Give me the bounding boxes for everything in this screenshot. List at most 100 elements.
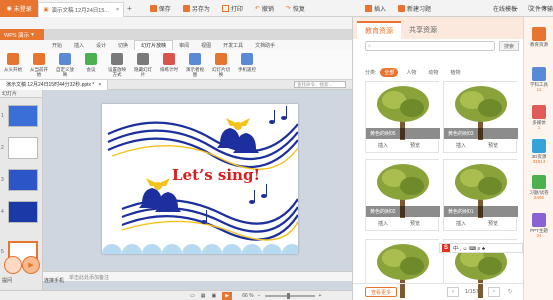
ribbon-tab[interactable]: 视图 [195, 40, 217, 50]
slide-thumbnail[interactable] [8, 169, 38, 191]
wps-menu-button[interactable]: WPS 演示 ▾ [0, 29, 44, 40]
ime-toolbar[interactable]: S 中·, ☺ ⌨ ≡ ♣ [439, 243, 523, 253]
sidebar-item[interactable]: 教育资源 [524, 27, 553, 47]
zoom-out-icon[interactable]: − [258, 293, 261, 299]
zoom-slider-knob[interactable] [286, 292, 290, 299]
new-tab-icon[interactable]: + [127, 4, 132, 13]
ribbon-button[interactable]: 自定义放映 [54, 53, 76, 77]
new-exercise-icon [397, 4, 405, 12]
document-tab[interactable]: ▣ 演示文稿 12月24日15... × [38, 1, 125, 17]
sidebar-item[interactable]: 学科工具 11 [524, 67, 553, 92]
new-exercise-button[interactable]: 新建习题 [397, 4, 431, 13]
preview-button[interactable]: 预览 [488, 220, 498, 227]
preview-button[interactable]: 预览 [488, 142, 498, 149]
prev-page-button[interactable]: ‹ [447, 287, 459, 297]
slide-title-text[interactable]: Let’s sing! [172, 166, 260, 184]
slide-canvas: Let’s sing! [43, 90, 352, 290]
category-pill[interactable]: 全部 [380, 68, 399, 77]
redo-button[interactable]: ↷ 恢复 [286, 4, 305, 13]
resource-card[interactable]: 黄色的树05 插入 预览 [365, 81, 440, 153]
preview-button[interactable]: 预览 [410, 142, 420, 149]
ribbon-tab[interactable]: 插入 [68, 40, 90, 50]
ribbon-button[interactable]: 排练计时 [158, 53, 180, 72]
view-reading-icon[interactable]: ▣ [211, 293, 216, 299]
maximize-icon[interactable]: □ [528, 5, 532, 12]
ribbon-tab[interactable]: 开始 [46, 40, 68, 50]
print-button[interactable]: 打印 [221, 4, 243, 13]
zoom-slider[interactable] [264, 292, 315, 299]
ppt-file-icon: ▣ [43, 6, 49, 13]
slideshow-play-button[interactable]: ▶ [222, 291, 233, 300]
insert-button[interactable]: 插入 [364, 4, 386, 13]
save-as-button[interactable]: 另存为 [182, 4, 210, 13]
document-strip: 演示文稿 12月24日15时44分32秒.pptx * × 查找命令、搜索... [0, 79, 352, 90]
ribbon-button[interactable]: 从头开始 [2, 53, 24, 72]
category-label: 分类: [365, 70, 377, 76]
ribbon-button-label: 设置放映方式 [108, 67, 126, 77]
tab-shared-resources[interactable]: 共享资源 [401, 21, 445, 39]
insert-button[interactable]: 插入 [378, 220, 388, 227]
document-tab-secondary[interactable]: 演示文稿 12月24日15时44分32秒.pptx * × [0, 79, 109, 90]
sidebar-item[interactable]: 多媒体 1 [524, 105, 553, 130]
ribbon-button[interactable]: 演示者视图 [184, 53, 206, 77]
ribbon-button[interactable]: 会议 [80, 53, 102, 72]
connect-phone-bubble[interactable]: ▶ [22, 256, 40, 274]
view-sorter-icon[interactable]: ▦ [201, 293, 206, 299]
save-button[interactable]: 保存 [149, 4, 171, 13]
preview-button[interactable]: 预览 [410, 220, 420, 227]
command-search-input[interactable]: 查找命令、搜索... [294, 81, 346, 88]
print-icon [221, 4, 229, 12]
save-as-icon [182, 4, 190, 12]
resource-search-input[interactable]: ⌕ [365, 41, 495, 51]
ribbon-button[interactable]: 幻灯片切换 [210, 53, 232, 77]
ribbon-tab[interactable]: 幻灯片放映 [134, 40, 174, 50]
insert-button[interactable]: 插入 [456, 142, 466, 149]
insert-button[interactable]: 插入 [456, 220, 466, 227]
ribbon-tab[interactable]: 切换 [112, 40, 134, 50]
view-normal-icon[interactable]: ▭ [190, 293, 195, 299]
category-pill[interactable]: 植物 [446, 68, 464, 77]
category-pill[interactable]: 动物 [424, 68, 442, 77]
zoom-in-icon[interactable]: + [319, 293, 322, 299]
window-close-icon[interactable]: × [542, 4, 547, 13]
sidebar-item[interactable]: 习题/试卷 8466 [524, 175, 553, 200]
ribbon-button[interactable]: 设置放映方式 [106, 53, 128, 77]
ribbon-button-label: 从头开始 [4, 67, 22, 72]
notes-area[interactable]: 单击此处添加备注 [43, 271, 352, 281]
sidebar-item-icon [532, 139, 546, 153]
slide-thumbnail[interactable] [8, 137, 38, 159]
close-icon[interactable]: × [116, 7, 119, 13]
resource-card[interactable]: 黄色的树01 插入 预览 [443, 159, 518, 231]
ask-question-bubble[interactable] [4, 256, 22, 274]
sidebar-item[interactable]: PPT主题 24 [524, 213, 553, 238]
refresh-icon[interactable]: ↻ [508, 289, 513, 295]
undo-button[interactable]: ↶ 撤销 [255, 4, 274, 13]
ribbon-tab[interactable]: 文档助手 [249, 40, 281, 50]
tab-edu-resources[interactable]: 教育资源 [357, 21, 401, 39]
ribbon-tab[interactable]: 审阅 [173, 40, 195, 50]
slide-thumbnail[interactable] [8, 105, 38, 127]
slide-thumbnail[interactable] [8, 201, 38, 223]
next-page-button[interactable]: › [487, 287, 500, 297]
ribbon-tab[interactable]: 设计 [90, 40, 112, 50]
ribbon-tab[interactable]: 开发工具 [217, 40, 249, 50]
ribbon-button[interactable]: 从当前开始 [28, 53, 50, 77]
view-more-button[interactable]: 查看更多 [365, 287, 397, 297]
zoom-value: 66 % [242, 292, 254, 299]
category-pill[interactable]: 人物 [402, 68, 420, 77]
resource-card[interactable] [365, 239, 440, 298]
resource-search-button[interactable]: 搜索 [499, 41, 519, 51]
login-button[interactable]: ◉ 未登录 [0, 0, 39, 17]
resource-card[interactable]: 黄色的树02 插入 预览 [365, 159, 440, 231]
search-icon: ⌕ [368, 43, 371, 49]
minimize-icon[interactable]: − [513, 4, 518, 13]
ribbon-button-icon [241, 53, 253, 65]
ribbon-button[interactable]: 手机遥控 [236, 53, 258, 72]
page-indicator: 1/1579 [465, 289, 482, 295]
sidebar-item[interactable]: 3D资源 31514 [524, 139, 553, 164]
current-slide[interactable]: Let’s sing! [102, 104, 298, 254]
resource-card[interactable]: 黄色的树03 插入 预览 [443, 81, 518, 153]
insert-button[interactable]: 插入 [378, 142, 388, 149]
ribbon-button[interactable]: 隐藏幻灯片 [132, 53, 154, 77]
close-icon[interactable]: × [98, 82, 101, 88]
